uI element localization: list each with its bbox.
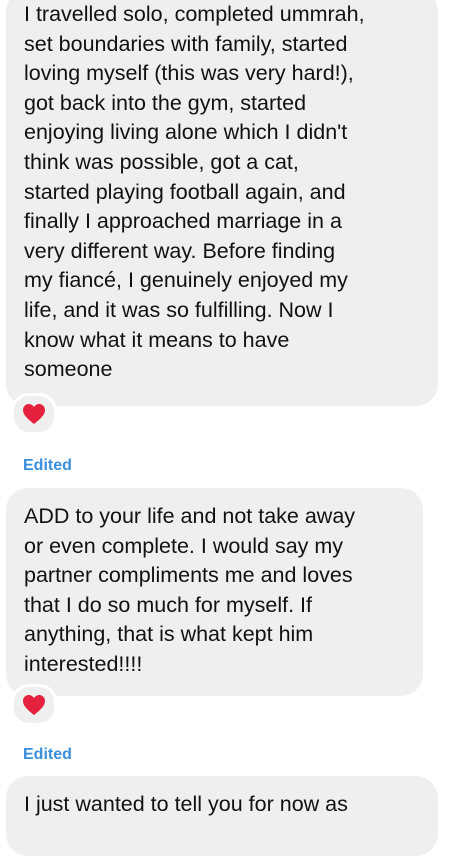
edited-label: Edited: [23, 746, 72, 763]
reaction-badge[interactable]: [11, 393, 57, 435]
heart-icon: [23, 404, 45, 424]
message-text: I just wanted to tell you for now as: [24, 792, 348, 816]
message-bubble[interactable]: I just wanted to tell you for now as: [6, 776, 438, 856]
heart-icon: [23, 695, 45, 715]
edited-label: Edited: [23, 457, 72, 474]
reaction-badge[interactable]: [11, 684, 57, 726]
message-text: ADD to your life and not take away or ev…: [24, 504, 356, 676]
message-bubble[interactable]: ADD to your life and not take away or ev…: [6, 488, 423, 696]
message-bubble[interactable]: I travelled solo, completed ummrah, set …: [6, 0, 438, 406]
message-text: I travelled solo, completed ummrah, set …: [24, 2, 365, 382]
